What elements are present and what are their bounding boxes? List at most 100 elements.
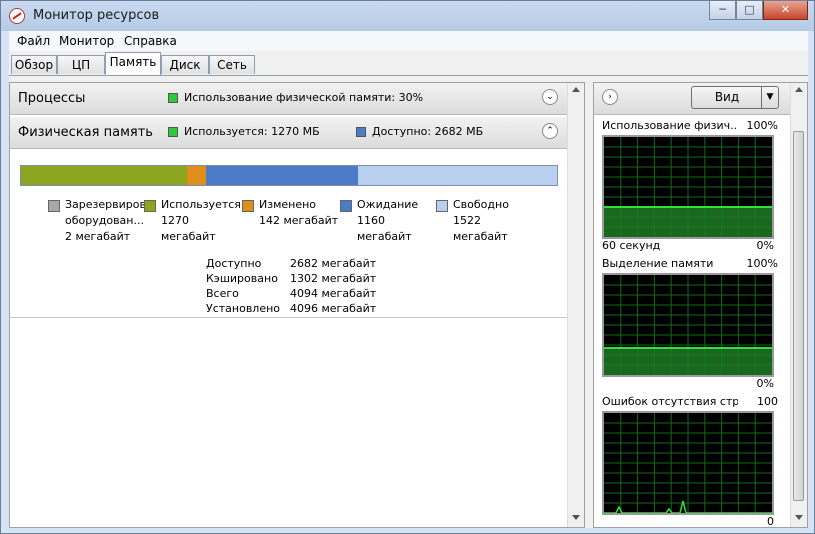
legend-text: мегабайт [357, 230, 412, 243]
stat-label: Кэшировано [206, 272, 278, 285]
chevron-up-icon[interactable]: ⌃ [542, 123, 558, 139]
resource-monitor-window: Монитор ресурсов ─ □ ✕ Файл Монитор Спра… [0, 0, 815, 534]
legend-text: Изменено [259, 198, 317, 211]
tab-strip: Обзор ЦП Память Диск Сеть [9, 51, 808, 76]
graph-canvas [602, 411, 774, 515]
graphs-header: › Вид ▼ [594, 83, 791, 115]
blue-legend-icon [356, 127, 366, 137]
graph-plot [604, 275, 772, 375]
legend-text: мегабайт [161, 230, 216, 243]
graph-area [604, 348, 772, 375]
tab-overview[interactable]: Обзор [11, 55, 57, 74]
graph-min-label: 0% [756, 239, 774, 252]
stat-value: 1302 мегабайт [290, 272, 377, 285]
memory-bar-segment-in-use [21, 166, 188, 185]
scroll-thumb[interactable] [793, 131, 804, 501]
green-legend-icon [168, 93, 178, 103]
graph-min-label: 0% [756, 377, 774, 390]
legend-text: Зарезервиров [65, 198, 144, 211]
menu-monitor[interactable]: Монитор [59, 34, 114, 48]
view-button-label: Вид [714, 90, 740, 104]
graph-time-label: 60 секунд [602, 239, 661, 252]
tab-cpu[interactable]: ЦП [57, 55, 105, 74]
memory-bar-segment-free [357, 166, 557, 185]
section-divider [10, 317, 568, 318]
legend-item: Используется 1270 мегабайт [144, 197, 240, 245]
legend-color-icon [48, 200, 60, 212]
graph-plot [604, 137, 772, 237]
chevron-right-icon[interactable]: › [602, 89, 618, 105]
graph-max-label: 100% [746, 119, 778, 132]
legend-text: 1270 [161, 214, 189, 227]
window-title: Монитор ресурсов [33, 8, 160, 23]
menu-file[interactable]: Файл [17, 34, 50, 48]
resource-monitor-icon [9, 8, 25, 24]
stat-row: Кэшировано 1302 мегабайт [206, 271, 376, 286]
dropdown-arrow-icon[interactable]: ▼ [761, 87, 778, 108]
graph-title: Использование физич... [602, 119, 738, 132]
legend-text: 2 мегабайт [65, 230, 131, 243]
processes-memory-usage: Использование физической памяти: 30% [184, 91, 424, 104]
graph-block: Выделение памяти 100% 0% [602, 257, 778, 393]
tab-network[interactable]: Сеть [209, 55, 255, 74]
memory-bar-segment-modified [187, 166, 207, 185]
graph-title: Ошибок отсутствия стр... [602, 395, 738, 408]
stat-label: Всего [206, 287, 239, 300]
available-memory-info: Доступно: 2682 МБ [372, 125, 484, 138]
legend-text: Ожидание [357, 198, 419, 211]
maximize-button[interactable]: □ [736, 1, 763, 20]
legend-text: 1160 [357, 214, 385, 227]
legend-color-icon [436, 200, 448, 212]
legend-text: Свободно [453, 198, 509, 211]
legend-item: Ожидание 1160 мегабайт [340, 197, 436, 245]
legend-text: оборудован... [65, 214, 144, 227]
tab-memory[interactable]: Память [105, 52, 161, 75]
scroll-down-icon[interactable] [795, 515, 803, 520]
legend-text: 142 мегабайт [259, 214, 338, 227]
legend-text: 1522 [453, 214, 481, 227]
legend-color-icon [144, 200, 156, 212]
scroll-up-icon[interactable] [795, 87, 803, 92]
legend-item: Свободно 1522 мегабайт [436, 197, 532, 245]
graph-plot [604, 413, 772, 514]
stat-value: 2682 мегабайт [290, 257, 377, 270]
legend-text: мегабайт [453, 230, 508, 243]
details-scrollbar[interactable] [567, 83, 584, 527]
stat-row: Установлено 4096 мегабайт [206, 301, 376, 316]
used-memory-info: Используется: 1270 МБ [184, 125, 320, 138]
green-legend-icon [168, 127, 178, 137]
scroll-up-icon[interactable] [572, 87, 580, 92]
graphs-scrollbar[interactable] [790, 83, 807, 527]
menu-help[interactable]: Справка [124, 34, 177, 48]
stat-row: Доступно 2682 мегабайт [206, 256, 376, 271]
minimize-button[interactable]: ─ [709, 1, 736, 20]
graph-canvas [602, 135, 774, 239]
stat-row: Всего 4094 мегабайт [206, 286, 376, 301]
memory-bar-segment-standby [206, 166, 358, 185]
scroll-down-icon[interactable] [572, 515, 580, 520]
graph-block: Ошибок отсутствия стр... 100 0 [602, 395, 778, 531]
processes-title: Процессы [18, 91, 86, 106]
legend-color-icon [242, 200, 254, 212]
legend-item: Зарезервиров оборудован... 2 мегабайт [48, 197, 144, 245]
physical-memory-title: Физическая память [18, 125, 153, 140]
graph-min-label: 0 [767, 515, 774, 528]
stat-label: Доступно [206, 257, 262, 270]
details-pane: Процессы Использование физической памяти… [9, 82, 585, 528]
close-button[interactable]: ✕ [763, 1, 808, 20]
memory-usage-bar [20, 165, 558, 186]
physical-memory-section-header[interactable]: Физическая память Используется: 1270 МБ … [10, 117, 568, 149]
stat-value: 4094 мегабайт [290, 287, 377, 300]
graph-max-label: 100 [757, 395, 778, 408]
legend-color-icon [340, 200, 352, 212]
title-bar[interactable]: Монитор ресурсов ─ □ ✕ [1, 1, 814, 31]
processes-section-header[interactable]: Процессы Использование физической памяти… [10, 83, 568, 115]
stat-label: Установлено [206, 302, 281, 315]
tab-disk[interactable]: Диск [161, 55, 209, 74]
graph-max-label: 100% [746, 257, 778, 270]
graph-block: Использование физич... 100% 60 секунд 0% [602, 119, 778, 255]
view-button[interactable]: Вид ▼ [691, 86, 779, 109]
chevron-down-icon[interactable]: ⌄ [542, 89, 558, 105]
stat-value: 4096 мегабайт [290, 302, 377, 315]
graph-area [604, 207, 772, 237]
